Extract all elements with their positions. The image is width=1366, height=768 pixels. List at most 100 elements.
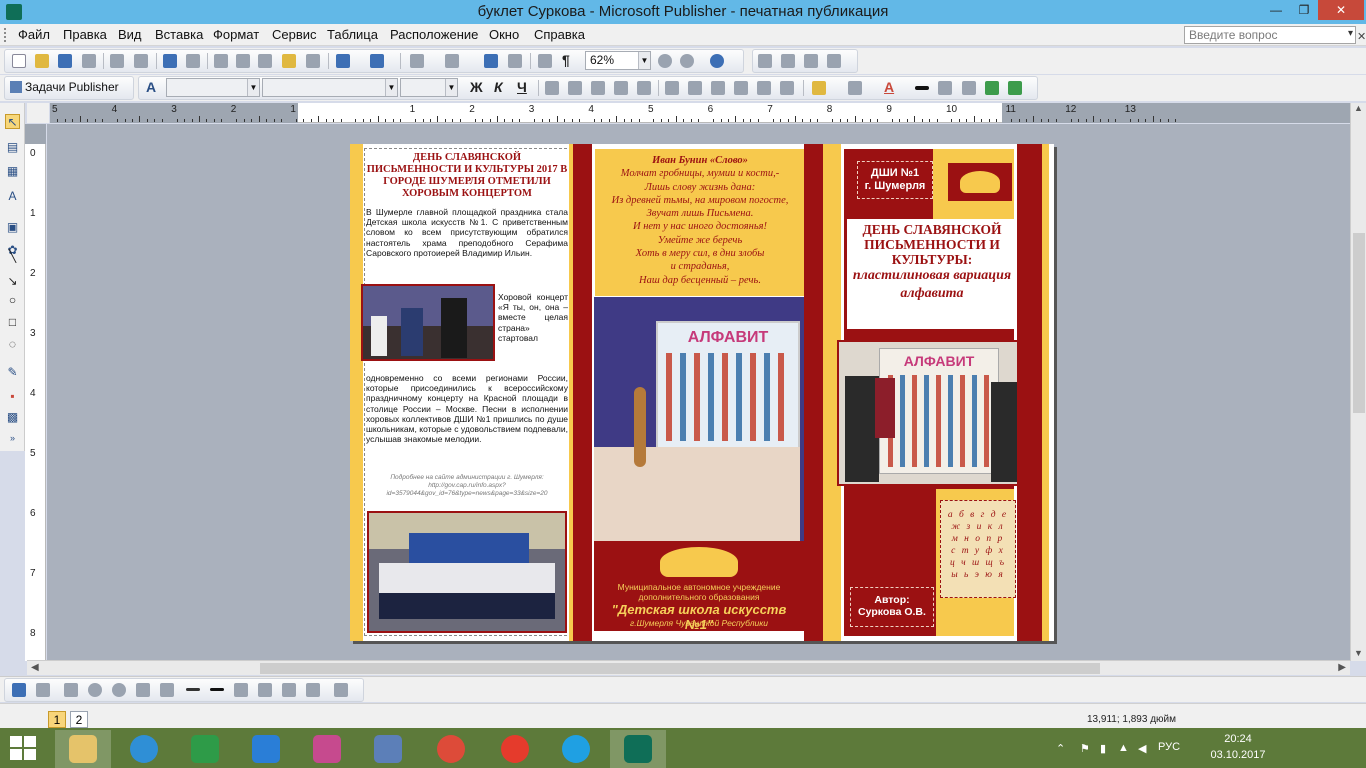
wordart-tool-icon[interactable]: A xyxy=(5,189,20,204)
align-left-icon[interactable] xyxy=(545,81,559,95)
menu-grip[interactable] xyxy=(4,28,10,42)
panel1-headline[interactable]: ДЕНЬ СЛАВЯНСКОЙ ПИСЬМЕННОСТИ И КУЛЬТУРЫ … xyxy=(365,152,569,200)
rectangle-tool-icon[interactable]: □ xyxy=(5,315,20,330)
taskbar-explorer[interactable] xyxy=(55,730,111,768)
menu-tools[interactable]: Сервис xyxy=(272,27,317,42)
minimize-button[interactable]: — xyxy=(1262,0,1290,20)
3d-style-icon[interactable] xyxy=(1008,81,1022,95)
taskbar-skype[interactable] xyxy=(548,730,604,768)
zoom-dropdown-icon[interactable]: ▼ xyxy=(638,52,650,69)
fill-color-icon[interactable] xyxy=(812,81,826,95)
format-picture-icon[interactable] xyxy=(258,683,272,697)
decrease-indent-icon[interactable] xyxy=(711,81,725,95)
menu-insert[interactable]: Вставка xyxy=(155,27,203,42)
close-doc-icon[interactable]: ✕ xyxy=(1357,30,1366,43)
compress-icon[interactable] xyxy=(210,688,224,691)
menu-arrange[interactable]: Расположение xyxy=(390,27,478,42)
hyperlink-icon[interactable] xyxy=(484,54,498,68)
menu-window[interactable]: Окно xyxy=(489,27,519,42)
tray-battery-icon[interactable]: ▮ xyxy=(1100,742,1106,755)
page-tab-1[interactable]: 1 xyxy=(48,711,66,728)
print-preview-icon[interactable] xyxy=(134,54,148,68)
set-transparent-icon[interactable] xyxy=(282,683,296,697)
justify-icon[interactable] xyxy=(614,81,628,95)
increase-indent-icon[interactable] xyxy=(734,81,748,95)
menu-help[interactable]: Справка xyxy=(534,27,585,42)
line-tool-icon[interactable]: ╲ xyxy=(5,249,20,264)
ask-dropdown-icon[interactable]: ▾ xyxy=(1348,28,1353,39)
horizontal-scroll-thumb[interactable] xyxy=(260,663,1100,674)
crop-icon[interactable] xyxy=(160,683,174,697)
taskbar-store[interactable] xyxy=(177,730,233,768)
poem-block[interactable]: Иван Бунин «Слово» Молчат гробницы, муми… xyxy=(598,154,802,287)
insert-picture-icon[interactable] xyxy=(12,683,26,697)
copy-icon[interactable] xyxy=(236,54,250,68)
link-text-box-icon[interactable] xyxy=(758,54,772,68)
style-combo[interactable]: ▼ xyxy=(166,78,260,97)
taskbar-audio[interactable] xyxy=(360,730,416,768)
booklet-page[interactable]: ДЕНЬ СЛАВЯНСКОЙ ПИСЬМЕННОСТИ И КУЛЬТУРЫ … xyxy=(350,144,1054,641)
more-tools-icon[interactable]: » xyxy=(5,431,20,446)
shadow-style-icon[interactable] xyxy=(985,81,999,95)
table-tool-icon[interactable]: ▦ xyxy=(5,164,20,179)
unlink-text-box-icon[interactable] xyxy=(781,54,795,68)
align-right-icon[interactable] xyxy=(591,81,605,95)
menu-file[interactable]: Файл xyxy=(18,27,50,42)
more-contrast-icon[interactable] xyxy=(64,683,78,697)
page-tab-2[interactable]: 2 xyxy=(70,711,88,728)
publisher-tasks-button[interactable]: Задачи Publisher xyxy=(10,80,119,94)
clock-date[interactable]: 03.10.2017 xyxy=(1208,749,1268,761)
oval-tool-icon[interactable]: ○ xyxy=(5,293,20,308)
taskbar-yandex[interactable] xyxy=(487,730,543,768)
zoom-in-icon[interactable] xyxy=(680,54,694,68)
panel2-alphabet-photo[interactable]: АЛФАВИТ xyxy=(594,297,804,541)
scroll-left-icon[interactable]: ◀ xyxy=(31,662,39,673)
bring-forward-icon[interactable] xyxy=(410,54,424,68)
scroll-up-icon[interactable]: ▲ xyxy=(1354,103,1363,113)
close-button[interactable]: ✕ xyxy=(1318,0,1364,20)
reset-picture-icon[interactable] xyxy=(306,683,320,697)
autoshapes-tool-icon[interactable]: ◌ xyxy=(5,337,20,352)
menu-edit[interactable]: Правка xyxy=(63,27,107,42)
scroll-right-icon[interactable]: ▶ xyxy=(1338,662,1346,673)
school-logo-small[interactable] xyxy=(946,161,1014,203)
panel3-children-photo[interactable]: АЛФАВИТ xyxy=(837,340,1033,486)
pilcrow-icon[interactable]: ¶ xyxy=(562,52,570,68)
panel1-paragraph-1[interactable]: В Шумерле главной площадкой праздника ст… xyxy=(366,207,568,258)
italic-button[interactable]: К xyxy=(494,79,503,95)
font-color-icon[interactable]: A xyxy=(884,79,894,95)
tray-network-icon[interactable]: ▲ xyxy=(1118,742,1129,754)
zoom-tool-icon[interactable] xyxy=(508,54,522,68)
spelling-icon[interactable] xyxy=(163,54,177,68)
line-color-icon[interactable] xyxy=(848,81,862,95)
taskbar-picasa[interactable] xyxy=(299,730,355,768)
print-setup-icon[interactable] xyxy=(82,54,96,68)
select-tool-icon[interactable]: ↖ xyxy=(5,114,20,129)
booklet-title[interactable]: ДЕНЬ СЛАВЯНСКОЙ ПИСЬМЕННОСТИ И КУЛЬТУРЫ:… xyxy=(847,219,1017,329)
panel1-choir-photo[interactable] xyxy=(367,511,567,633)
open-icon[interactable] xyxy=(35,54,49,68)
numbering-icon[interactable] xyxy=(665,81,679,95)
zoom-combo[interactable]: 62% ▼ xyxy=(585,51,651,70)
arrow-tool-icon[interactable]: ↘ xyxy=(5,274,20,289)
panel1-paragraph-3[interactable]: одновременно со всеми регионами России, … xyxy=(366,373,568,444)
align-center-icon[interactable] xyxy=(568,81,582,95)
horizontal-scrollbar[interactable]: ◀ ▶ xyxy=(27,660,1350,675)
more-brightness-icon[interactable] xyxy=(112,683,126,697)
ask-question-input[interactable]: Введите вопрос ▾ xyxy=(1184,26,1356,44)
format-painter-icon[interactable] xyxy=(282,54,296,68)
columns-icon[interactable] xyxy=(538,54,552,68)
menu-format[interactable]: Формат xyxy=(213,27,259,42)
menu-view[interactable]: Вид xyxy=(118,27,142,42)
previous-text-box-icon[interactable] xyxy=(804,54,818,68)
hotspot-tool-icon[interactable]: ▩ xyxy=(5,410,20,425)
bold-button[interactable]: Ж xyxy=(470,79,483,95)
arrow-style-icon[interactable] xyxy=(962,81,976,95)
taskbar-chrome[interactable] xyxy=(423,730,479,768)
author-box[interactable]: Автор: Суркова О.В. xyxy=(850,587,934,627)
save-icon[interactable] xyxy=(58,54,72,68)
font-size-dropdown-icon[interactable]: ▼ xyxy=(445,79,457,96)
print-icon[interactable] xyxy=(110,54,124,68)
vertical-ruler[interactable]: 0 1 2 3 4 5 6 7 8 xyxy=(25,124,46,661)
tray-expand-icon[interactable]: ⌃ xyxy=(1056,742,1065,755)
